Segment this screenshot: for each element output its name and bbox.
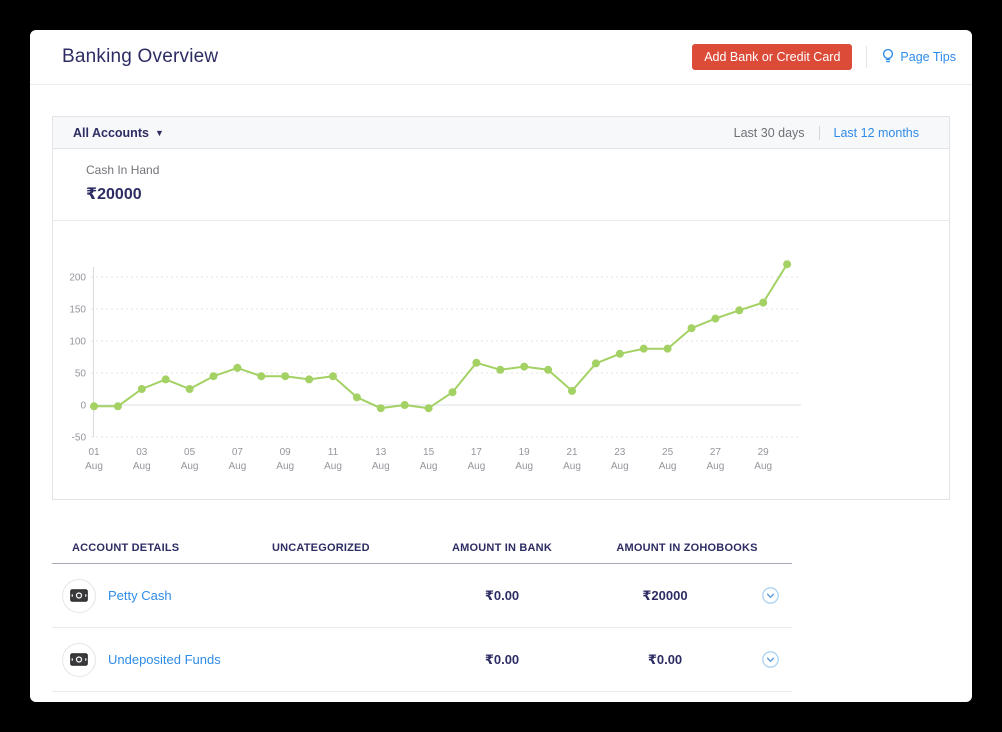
amount-in-bank-value: ₹0.00: [422, 652, 582, 668]
range-separator: [819, 126, 820, 140]
chevron-down-circle-icon: [762, 651, 779, 668]
range-last-12-months[interactable]: Last 12 months: [834, 126, 919, 140]
svg-text:13: 13: [375, 447, 387, 458]
svg-text:Aug: Aug: [276, 461, 294, 472]
cash-in-hand-label: Cash In Hand: [86, 163, 949, 177]
svg-text:150: 150: [69, 305, 86, 316]
col-amount-in-zohobooks: AMOUNT IN ZOHOBOOKS: [582, 542, 792, 554]
chevron-down-circle-icon: [762, 587, 779, 604]
page-title: Banking Overview: [62, 46, 218, 68]
row-expand-button[interactable]: [748, 587, 792, 604]
svg-text:50: 50: [75, 369, 87, 380]
table-row: Undeposited Funds ₹0.00 ₹0.00: [52, 628, 792, 692]
svg-text:Aug: Aug: [707, 461, 725, 472]
svg-text:Aug: Aug: [468, 461, 486, 472]
svg-text:07: 07: [232, 447, 244, 458]
col-amount-in-bank: AMOUNT IN BANK: [422, 542, 582, 554]
svg-text:27: 27: [710, 447, 722, 458]
svg-text:Aug: Aug: [372, 461, 390, 472]
svg-text:Aug: Aug: [85, 461, 103, 472]
range-last-30-days[interactable]: Last 30 days: [734, 126, 805, 140]
header-actions: Add Bank or Credit Card Page Tips: [692, 44, 956, 70]
accounts-panel: All Accounts ▼ Last 30 days Last 12 mont…: [52, 116, 950, 500]
svg-text:09: 09: [280, 447, 292, 458]
header-separator: [866, 46, 867, 68]
svg-text:200: 200: [69, 273, 86, 284]
content: All Accounts ▼ Last 30 days Last 12 mont…: [30, 116, 972, 692]
svg-text:Aug: Aug: [611, 461, 629, 472]
svg-text:Aug: Aug: [515, 461, 533, 472]
cash-account-icon: [62, 579, 96, 613]
svg-text:19: 19: [519, 447, 531, 458]
chevron-down-icon: ▼: [155, 128, 164, 138]
add-bank-button[interactable]: Add Bank or Credit Card: [692, 44, 852, 70]
accounts-dropdown[interactable]: All Accounts ▼: [73, 126, 164, 140]
svg-text:0: 0: [80, 401, 86, 412]
panel-header: All Accounts ▼ Last 30 days Last 12 mont…: [53, 117, 949, 149]
svg-text:-50: -50: [72, 433, 87, 444]
svg-text:01: 01: [88, 447, 100, 458]
svg-text:Aug: Aug: [659, 461, 677, 472]
svg-text:21: 21: [566, 447, 578, 458]
date-range-toggle: Last 30 days Last 12 months: [734, 126, 919, 140]
page-header: Banking Overview Add Bank or Credit Card…: [30, 30, 972, 85]
svg-text:15: 15: [423, 447, 435, 458]
row-expand-button[interactable]: [748, 651, 792, 668]
svg-text:23: 23: [614, 447, 626, 458]
svg-text:17: 17: [471, 447, 483, 458]
svg-text:Aug: Aug: [324, 461, 342, 472]
page-tips-link[interactable]: Page Tips: [881, 48, 956, 67]
cash-account-icon: [62, 643, 96, 677]
svg-text:11: 11: [328, 447, 339, 458]
svg-text:Aug: Aug: [563, 461, 581, 472]
account-cell: Petty Cash: [52, 579, 272, 613]
svg-text:25: 25: [662, 447, 674, 458]
svg-text:Aug: Aug: [181, 461, 199, 472]
svg-text:03: 03: [136, 447, 148, 458]
amount-in-bank-value: ₹0.00: [422, 588, 582, 604]
cash-in-hand-value: ₹20000: [86, 184, 949, 204]
page-tips-label: Page Tips: [900, 50, 956, 64]
accounts-table: ACCOUNT DETAILS UNCATEGORIZED AMOUNT IN …: [52, 532, 792, 692]
account-link[interactable]: Petty Cash: [108, 588, 172, 603]
amount-in-zohobooks-value: ₹20000: [582, 588, 748, 604]
amount-in-zohobooks-value: ₹0.00: [582, 652, 748, 668]
banking-overview-card: Banking Overview Add Bank or Credit Card…: [30, 30, 972, 702]
svg-text:29: 29: [758, 447, 770, 458]
svg-text:Aug: Aug: [229, 461, 247, 472]
account-link[interactable]: Undeposited Funds: [108, 652, 221, 667]
svg-text:Aug: Aug: [133, 461, 151, 472]
svg-text:05: 05: [184, 447, 196, 458]
cash-trend-chart: -50 0 50 100 150 200 01 Aug 03 Aug 05 Aug 07 Aug 09 Aug…: [53, 221, 949, 499]
accounts-dropdown-label: All Accounts: [73, 126, 149, 140]
col-account-details: ACCOUNT DETAILS: [52, 542, 272, 554]
svg-text:100: 100: [69, 337, 86, 348]
svg-text:Aug: Aug: [754, 461, 772, 472]
lightbulb-icon: [881, 48, 895, 67]
table-header-row: ACCOUNT DETAILS UNCATEGORIZED AMOUNT IN …: [52, 532, 792, 564]
col-uncategorized: UNCATEGORIZED: [272, 542, 422, 554]
svg-text:Aug: Aug: [420, 461, 438, 472]
line-chart-svg: -50 0 50 100 150 200 01 Aug 03 Aug 05 Aug 07 Aug 09 Aug…: [53, 221, 817, 499]
cash-summary: Cash In Hand ₹20000: [53, 149, 949, 221]
table-row: Petty Cash ₹0.00 ₹20000: [52, 564, 792, 628]
account-cell: Undeposited Funds: [52, 643, 272, 677]
